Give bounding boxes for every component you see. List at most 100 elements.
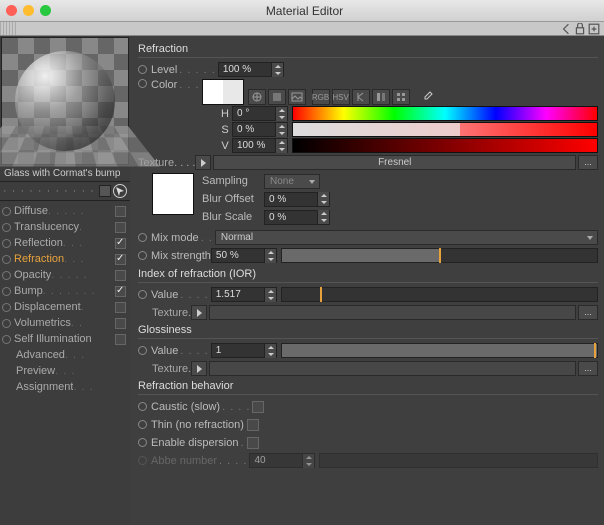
label-h: H	[218, 108, 232, 120]
label-blur-scale: Blur Scale	[202, 211, 264, 223]
spinner-mix-strength[interactable]: 50 %	[211, 248, 277, 263]
chevron-left-icon[interactable]	[560, 23, 572, 35]
channel-opacity[interactable]: Opacity. . . . .	[0, 267, 130, 283]
color-swatch[interactable]	[202, 79, 244, 105]
anim-dot-mixmode[interactable]	[138, 233, 147, 242]
dropdown-sampling[interactable]: None	[264, 174, 320, 189]
anim-dot-gloss[interactable]	[138, 346, 147, 355]
gloss-texture-slot[interactable]	[209, 361, 576, 376]
channel-bump[interactable]: Bump. . . . . . .	[0, 283, 130, 299]
close-window-button[interactable]	[6, 5, 17, 16]
spinner-s[interactable]: 0 %	[232, 122, 288, 137]
color-wheel-icon[interactable]	[248, 89, 266, 105]
material-slot-icon[interactable]	[99, 185, 111, 197]
slider-ior[interactable]	[281, 287, 598, 302]
slider-gloss[interactable]	[281, 343, 598, 358]
level-down[interactable]	[271, 70, 283, 77]
hsv-mode-button[interactable]: HSV	[332, 89, 350, 105]
window-controls	[6, 5, 51, 16]
spectrum-icon[interactable]	[268, 89, 286, 105]
anim-dot-color[interactable]	[138, 79, 147, 88]
channel-reflection[interactable]: Reflection. . .	[0, 235, 130, 251]
spinner-blur-offset[interactable]: 0 %	[264, 192, 330, 207]
spinner-ior[interactable]: 1.517	[211, 287, 277, 302]
row-mix-strength: Mix strength 50 %	[138, 247, 598, 264]
channel-self_illumination[interactable]: Self Illumination	[0, 331, 130, 347]
channel-diffuse-checkbox[interactable]	[115, 206, 126, 217]
material-name[interactable]: Glass with Cormat's bump	[0, 166, 130, 181]
material-preview[interactable]	[1, 37, 129, 165]
lock-icon[interactable]	[574, 23, 586, 35]
rgb-mode-button[interactable]: RGB	[312, 89, 330, 105]
slider-mix-strength[interactable]	[281, 248, 598, 263]
channel-assignment[interactable]: Assignment. . .	[0, 379, 130, 395]
anim-dot-thin[interactable]	[138, 420, 147, 429]
channel-refraction[interactable]: Refraction. . .	[0, 251, 130, 267]
slider-abbe	[319, 453, 598, 468]
anim-dot-abbe	[138, 456, 147, 465]
level-up[interactable]	[271, 63, 283, 70]
channel-preview[interactable]: Preview. . .	[0, 363, 130, 379]
eyedropper-icon[interactable]	[418, 89, 436, 105]
hue-ramp[interactable]	[292, 106, 598, 121]
channel-refraction-checkbox[interactable]	[115, 254, 126, 265]
spinner-blur-scale[interactable]: 0 %	[264, 210, 330, 225]
channel-opacity-checkbox[interactable]	[115, 270, 126, 281]
section-refraction-title: Refraction	[138, 41, 598, 58]
label-thin: Thin (no refraction)	[151, 419, 244, 431]
anim-dot-mixstr[interactable]	[138, 251, 147, 260]
row-abbe: Abbe number . . . . 40	[138, 452, 598, 469]
anim-dot-ior[interactable]	[138, 290, 147, 299]
material-target-icon[interactable]	[113, 184, 127, 198]
val-ramp[interactable]	[292, 138, 598, 153]
spinner-v[interactable]: 100 %	[232, 138, 288, 153]
channel-advanced[interactable]: Advanced. . .	[0, 347, 130, 363]
channel-volumetrics[interactable]: Volumetrics. .	[0, 315, 130, 331]
toolbar-strip	[0, 22, 604, 36]
channel-translucency-checkbox[interactable]	[115, 222, 126, 233]
kelvin-icon[interactable]	[352, 89, 370, 105]
spinner-h[interactable]: 0 °	[232, 106, 288, 121]
gloss-texture-play-icon[interactable]	[191, 361, 207, 376]
texture-play-icon[interactable]	[195, 155, 211, 170]
texture-browse-button[interactable]: ...	[578, 155, 598, 170]
minimize-window-button[interactable]	[23, 5, 34, 16]
channel-reflection-checkbox[interactable]	[115, 238, 126, 249]
channel-displacement[interactable]: Displacement.	[0, 299, 130, 315]
texture-slot[interactable]: Fresnel	[213, 155, 576, 170]
label-abbe: Abbe number	[151, 455, 217, 467]
anim-dot-dispersion[interactable]	[138, 438, 147, 447]
texture-preview-swatch[interactable]	[152, 173, 194, 215]
swatches-icon[interactable]	[392, 89, 410, 105]
ior-texture-browse-button[interactable]: ...	[578, 305, 598, 320]
dropdown-mix-mode[interactable]: Normal	[215, 230, 598, 245]
image-icon[interactable]	[288, 89, 306, 105]
channel-self_illumination-checkbox[interactable]	[115, 334, 126, 345]
spinner-gloss[interactable]: 1	[211, 343, 277, 358]
channel-translucency[interactable]: Translucency.	[0, 219, 130, 235]
mixer-icon[interactable]	[372, 89, 390, 105]
ior-texture-play-icon[interactable]	[191, 305, 207, 320]
anim-dot-caustic[interactable]	[138, 402, 147, 411]
checkbox-thin[interactable]	[247, 419, 259, 431]
anim-dot-level[interactable]	[138, 65, 147, 74]
channel-volumetrics-checkbox[interactable]	[115, 318, 126, 329]
label-caustic: Caustic (slow)	[151, 401, 220, 413]
ior-texture-slot[interactable]	[209, 305, 576, 320]
sat-ramp[interactable]	[292, 122, 598, 137]
zoom-window-button[interactable]	[40, 5, 51, 16]
label-dispersion: Enable dispersion	[151, 437, 238, 449]
plus-icon[interactable]	[588, 23, 600, 35]
channel-bump-checkbox[interactable]	[115, 286, 126, 297]
spinner-level[interactable]: 100 %	[218, 62, 284, 77]
channel-diffuse[interactable]: Diffuse. . . . .	[0, 203, 130, 219]
channel-displacement-checkbox[interactable]	[115, 302, 126, 313]
section-gloss-title: Glossiness	[138, 322, 598, 339]
channel-list: Diffuse. . . . . Translucency. Reflectio…	[0, 201, 130, 395]
gloss-texture-browse-button[interactable]: ...	[578, 361, 598, 376]
row-gloss-texture: Texture . ...	[152, 361, 598, 376]
checkbox-caustic[interactable]	[252, 401, 264, 413]
checkbox-dispersion[interactable]	[247, 437, 259, 449]
material-toolbar-dots: · · · · · · · · · · ·	[3, 185, 99, 197]
toolbar-grip[interactable]	[0, 22, 18, 35]
